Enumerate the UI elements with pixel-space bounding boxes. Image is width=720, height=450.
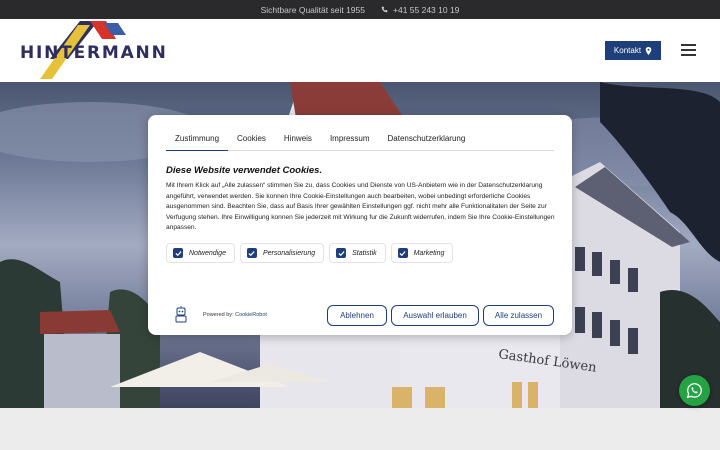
hamburger-line — [681, 49, 696, 51]
allow-selection-button[interactable]: Auswahl erlauben — [391, 305, 479, 326]
checkbox-label: Notwendige — [189, 249, 226, 257]
cookierobot-link[interactable]: CookieRobot — [235, 312, 267, 318]
kontakt-label: Kontakt — [613, 46, 642, 55]
consent-tabs: Zustimmung Cookies Hinweis Impressum Dat… — [166, 127, 554, 151]
checkmark-icon[interactable] — [397, 248, 408, 258]
checkbox-notwendige[interactable]: Notwendige — [166, 243, 235, 263]
checkbox-personalisierung[interactable]: Personalisierung — [239, 243, 325, 263]
tab-impressum[interactable]: Impressum — [321, 127, 379, 151]
tab-zustimmung[interactable]: Zustimmung — [166, 127, 229, 151]
consent-title: Diese Website verwendet Cookies. — [166, 165, 323, 176]
cookierobot-logo-icon — [175, 306, 187, 323]
powered-by: Powered by: CookieRobot — [203, 312, 267, 318]
phone-icon — [381, 6, 388, 13]
tab-cookies[interactable]: Cookies — [228, 127, 275, 151]
site-header: HINTERMANN Kontakt — [0, 19, 720, 82]
consent-category-list: Notwendige Personalisierung Statistik Ma… — [166, 243, 454, 263]
hamburger-line — [681, 54, 696, 56]
phone-link[interactable]: +41 55 243 10 19 — [381, 5, 459, 15]
whatsapp-icon — [686, 383, 702, 399]
footer-strip — [0, 408, 720, 450]
hamburger-menu-icon[interactable] — [681, 44, 696, 56]
kontakt-button[interactable]: Kontakt — [605, 41, 661, 60]
checkmark-icon[interactable] — [173, 248, 183, 258]
tab-hinweis[interactable]: Hinweis — [275, 127, 321, 151]
hamburger-line — [681, 44, 696, 46]
allow-all-button[interactable]: Alle zulassen — [483, 305, 554, 326]
whatsapp-button[interactable] — [679, 375, 710, 406]
logo[interactable]: HINTERMANN — [20, 21, 166, 79]
checkbox-marketing[interactable]: Marketing — [390, 243, 454, 263]
checkmark-icon[interactable] — [246, 248, 257, 258]
consent-body-text: Mit Ihrem Klick auf „Alle zulassen“ stim… — [166, 182, 555, 232]
reject-button[interactable]: Ablehnen — [327, 305, 387, 326]
checkbox-statistik[interactable]: Statistik — [329, 243, 386, 263]
location-pin-icon — [645, 46, 652, 55]
logo-wordmark: HINTERMANN — [20, 43, 168, 63]
phone-number[interactable]: +41 55 243 10 19 — [393, 5, 459, 15]
checkbox-label: Marketing — [413, 249, 445, 257]
checkbox-label: Statistik — [352, 249, 377, 257]
tab-datenschutzerklarung[interactable]: Datenschutzerklarung — [379, 127, 475, 151]
powered-by-label: Powered by: — [203, 312, 234, 318]
checkbox-label: Personalisierung — [262, 249, 316, 257]
checkmark-icon[interactable] — [336, 248, 347, 258]
tagline: Sichtbare Qualität seit 1955 — [260, 4, 365, 15]
top-info-bar: Sichtbare Qualität seit 1955 +41 55 243 … — [0, 0, 720, 19]
cookie-consent-dialog: Zustimmung Cookies Hinweis Impressum Dat… — [148, 115, 572, 335]
